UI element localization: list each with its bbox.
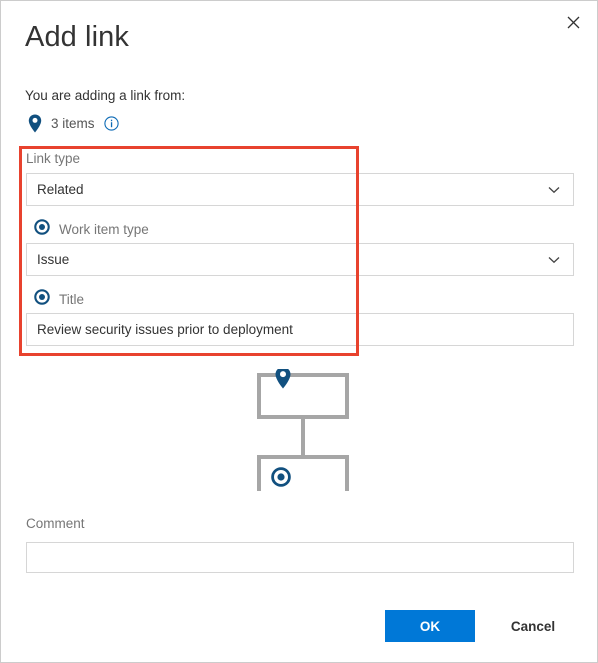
comment-label: Comment <box>26 516 85 531</box>
radio-selected-icon <box>34 218 50 240</box>
work-item-type-select[interactable]: Issue <box>26 243 574 276</box>
close-icon <box>567 16 580 29</box>
work-item-type-value: Issue <box>37 252 70 267</box>
title-label: Title <box>59 291 85 307</box>
work-item-type-label: Work item type <box>59 221 149 237</box>
close-button[interactable] <box>553 5 593 39</box>
info-circle-icon[interactable] <box>103 115 119 131</box>
add-link-dialog: Add link You are adding a link from: 3 i… <box>0 0 598 663</box>
source-items-count: 3 items <box>51 115 95 131</box>
intro-text: You are adding a link from: <box>25 88 186 103</box>
link-relationship-diagram <box>254 367 364 501</box>
radio-selected-icon <box>34 288 50 310</box>
link-type-select[interactable]: Related <box>26 173 574 206</box>
ok-button[interactable]: OK <box>385 610 475 642</box>
map-pin-icon <box>25 114 45 133</box>
link-type-label: Link type <box>26 151 81 166</box>
title-value: Review security issues prior to deployme… <box>37 322 293 337</box>
work-item-type-radio[interactable]: Work item type <box>34 218 149 240</box>
comment-input[interactable] <box>26 542 574 573</box>
title-radio[interactable]: Title <box>34 288 85 310</box>
source-items-row: 3 items <box>25 112 119 134</box>
link-type-value: Related <box>37 182 84 197</box>
page-title: Add link <box>25 21 129 53</box>
chevron-down-icon <box>547 186 561 194</box>
title-input[interactable]: Review security issues prior to deployme… <box>26 313 574 346</box>
cancel-button[interactable]: Cancel <box>491 610 575 642</box>
chevron-down-icon <box>547 256 561 264</box>
